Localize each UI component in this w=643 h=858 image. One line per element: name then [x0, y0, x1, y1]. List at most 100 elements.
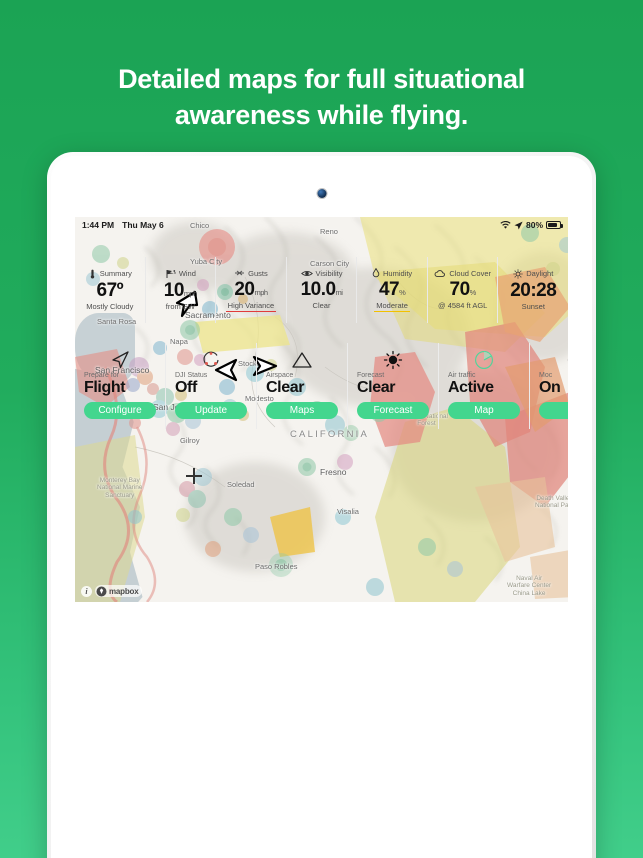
- metric-value: 10mph: [163, 279, 198, 301]
- metric-note: Mostly Cloudy: [86, 301, 134, 311]
- wifi-icon: [500, 220, 511, 229]
- deck-card-airspace[interactable]: Airspace Clear Maps: [257, 343, 348, 429]
- metric-value: 70%: [449, 279, 477, 300]
- map-park-label: Death ValleyNational Park: [535, 495, 568, 510]
- front-camera-icon: [317, 189, 326, 198]
- deck-card-air-traffic[interactable]: Air traffic Active Map: [439, 343, 530, 429]
- cloud-icon: [434, 269, 446, 278]
- tablet-device-frame: Chico Reno Yuba City Carson City Sacramento S…: [47, 152, 596, 858]
- navigation-arrow-icon: [109, 349, 131, 371]
- metric-unit: mph: [254, 288, 268, 297]
- deck-card-forecast[interactable]: Forecast Clear Forecast: [348, 343, 439, 429]
- metric-label: Visibility: [315, 269, 343, 278]
- metric-unit: %: [399, 288, 406, 297]
- map-city-label: Fresno: [320, 467, 347, 477]
- gusts-icon: [234, 268, 245, 278]
- mapbox-attribution[interactable]: i mapbox: [81, 585, 143, 597]
- metric-daylight[interactable]: Daylight 20:28 Sunset: [498, 257, 568, 323]
- mode-icon: [566, 349, 568, 371]
- map-crosshair-icon: [186, 468, 202, 484]
- metric-value: 47%: [378, 279, 406, 300]
- card-action-button[interactable]: Update: [175, 402, 247, 420]
- card-action-button[interactable]: Map: [448, 402, 520, 420]
- metric-value: 20:28: [510, 279, 557, 301]
- metric-label: Daylight: [526, 269, 554, 278]
- card-action-button[interactable]: Configure: [84, 402, 156, 420]
- card-label: Airspace: [266, 372, 294, 379]
- metric-humidity[interactable]: Humidity 47% Moderate: [357, 257, 428, 323]
- metric-value: 67º: [96, 279, 124, 301]
- status-bar: 1:44 PM Thu May 6 80%: [75, 217, 568, 233]
- metric-value: 20mph: [234, 279, 268, 300]
- mapbox-label: mapbox: [109, 586, 139, 596]
- map-city-label: Paso Robles: [255, 562, 298, 571]
- metric-label: Humidity: [383, 268, 413, 278]
- metric-summary[interactable]: Summary 67º Mostly Cloudy: [75, 257, 146, 323]
- mapbox-mark-icon: [96, 586, 107, 596]
- map-city-label: Gilroy: [180, 436, 200, 445]
- status-time: 1:44 PM: [82, 220, 115, 230]
- metric-gusts[interactable]: Gusts 20mph High Variance: [216, 257, 287, 323]
- card-label: Air traffic: [448, 372, 476, 379]
- metric-label: Gusts: [248, 268, 268, 278]
- sun-icon: [513, 268, 523, 279]
- card-value: Active: [448, 379, 494, 396]
- tablet-bezel: Chico Reno Yuba City Carson City Sacramento S…: [51, 156, 592, 858]
- wind-flag-icon: [165, 269, 176, 279]
- metric-value: 10.0mi: [300, 279, 343, 300]
- deck-card-dji-status[interactable]: DJI Status Off Update: [166, 343, 257, 429]
- droplet-icon: [372, 268, 380, 278]
- card-label: Forecast: [357, 372, 385, 379]
- deck-card-moc[interactable]: Moc On: [530, 343, 568, 429]
- headline-line-2: awareness while flying.: [174, 99, 469, 130]
- status-date: Thu May 6: [122, 220, 164, 230]
- card-action-button[interactable]: Forecast: [357, 402, 429, 420]
- location-arrow-icon: [514, 221, 523, 229]
- map-city-label: Visalia: [337, 507, 359, 516]
- map-city-label: Soledad: [227, 480, 255, 489]
- headline-line-1: Detailed maps for full situational: [118, 64, 525, 94]
- weather-metrics-row: Summary 67º Mostly Cloudy Wind 10mph from SW G…: [75, 257, 568, 323]
- card-value: On: [539, 379, 561, 396]
- mapbox-logo[interactable]: mapbox: [95, 585, 143, 597]
- card-value: Off: [175, 379, 197, 396]
- metric-label: Summary: [99, 269, 132, 278]
- dji-status-icon: [201, 349, 221, 371]
- radar-icon: [474, 349, 494, 371]
- metric-wind[interactable]: Wind 10mph from SW: [146, 257, 217, 323]
- metric-label: Wind: [178, 269, 196, 278]
- triangle-airspace-icon: [291, 349, 313, 371]
- flight-deck-cards: Prepare for Flight Configure DJI Status Off U…: [75, 343, 568, 429]
- metric-unit: %: [469, 288, 477, 297]
- info-icon[interactable]: i: [81, 585, 92, 597]
- metric-note: from SW: [165, 301, 195, 311]
- metric-note: Clear: [312, 301, 331, 310]
- card-label: Moc: [539, 372, 553, 379]
- metric-label: Cloud Cover: [449, 269, 492, 278]
- metric-cloud-cover[interactable]: Cloud Cover 70% @ 4584 ft AGL: [428, 257, 499, 323]
- battery-percent: 80%: [525, 220, 543, 230]
- battery-icon: [546, 221, 563, 229]
- tablet-screen: Chico Reno Yuba City Carson City Sacramento S…: [75, 217, 568, 858]
- metric-note: Sunset: [521, 301, 545, 311]
- card-action-button[interactable]: Maps: [266, 402, 338, 420]
- card-value: Clear: [266, 379, 305, 396]
- card-label: Prepare for: [84, 372, 120, 379]
- page-title: Detailed maps for full situational aware…: [0, 62, 643, 133]
- map-city-label: CALIFORNIA: [290, 429, 370, 440]
- card-action-button[interactable]: [539, 402, 568, 420]
- map-park-label: Monterey Bay National Marine Sanctuary: [97, 477, 143, 499]
- sun-forecast-icon: [383, 349, 403, 371]
- metric-note: Moderate: [374, 301, 410, 312]
- map-park-label: Naval Air Warfare Center China Lake: [507, 575, 552, 597]
- metric-note: @ 4584 ft AGL: [438, 301, 488, 310]
- eye-icon: [300, 269, 313, 278]
- metric-unit: mph: [183, 288, 198, 298]
- thermometer-icon: [88, 269, 97, 279]
- metric-visibility[interactable]: Visibility 10.0mi Clear: [287, 257, 358, 323]
- deck-card-prepare-for[interactable]: Prepare for Flight Configure: [75, 343, 166, 429]
- card-value: Clear: [357, 379, 396, 396]
- card-label: DJI Status: [175, 372, 208, 379]
- card-value: Flight: [84, 379, 126, 396]
- metric-unit: mi: [335, 288, 343, 297]
